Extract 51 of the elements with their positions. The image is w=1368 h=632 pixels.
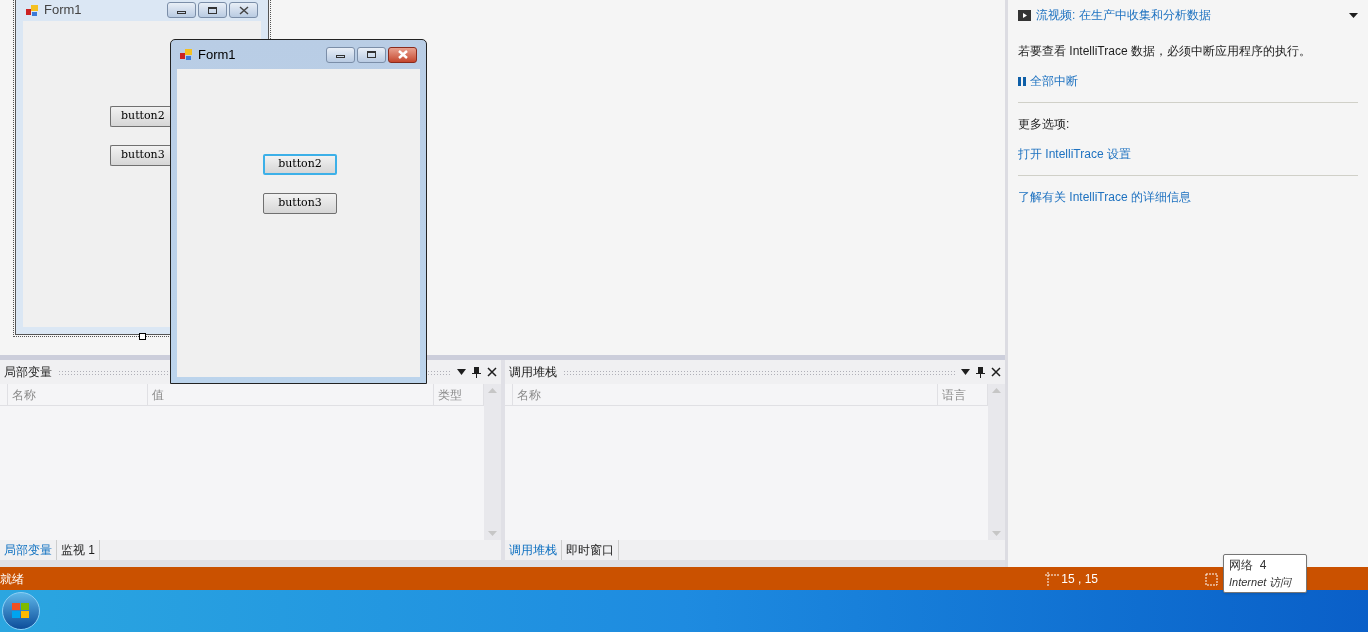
close-icon[interactable] <box>991 367 1001 377</box>
form-icon <box>180 48 193 61</box>
form-button[interactable]: button3 <box>263 193 337 214</box>
resize-handle[interactable] <box>139 333 146 340</box>
close-icon <box>237 5 250 15</box>
status-text: 就绪 <box>0 570 24 588</box>
minimize-button[interactable] <box>167 2 196 18</box>
learn-more-link[interactable]: 了解有关 IntelliTrace 的详细信息 <box>1018 188 1191 206</box>
size-icon <box>1204 571 1218 586</box>
panel-tab[interactable]: 监视 1 <box>57 540 100 560</box>
panel-tab[interactable]: 即时窗口 <box>561 540 619 560</box>
break-all-link[interactable]: 全部中断 <box>1030 72 1078 90</box>
tooltip-title: 网络 4 <box>1229 557 1268 574</box>
position-text: 15 , 15 <box>1061 570 1098 588</box>
maximize-button[interactable] <box>198 2 227 18</box>
message-text: 若要查看 IntelliTrace 数据，必须中断应用程序的执行。 <box>1018 43 1312 60</box>
close-button[interactable] <box>388 46 417 63</box>
close-icon[interactable] <box>486 367 497 377</box>
form-button[interactable]: button2 <box>110 106 170 127</box>
maximize-button[interactable] <box>357 46 386 63</box>
panel-title: 调用堆栈 <box>508 364 557 381</box>
video-icon <box>1018 9 1031 21</box>
form-icon <box>26 3 39 17</box>
settings-link[interactable]: 打开 IntelliTrace 设置 <box>1018 145 1131 163</box>
tooltip-subtitle: Internet 访问 <box>1229 575 1293 590</box>
close-icon <box>396 50 409 59</box>
dropdown-icon[interactable] <box>1349 12 1358 18</box>
section-label: 更多选项: <box>1018 116 1071 133</box>
column-header: 名称 <box>12 386 36 404</box>
pin-icon[interactable] <box>976 366 985 378</box>
windows-logo-icon <box>12 603 30 619</box>
dropdown-icon[interactable] <box>456 369 466 375</box>
panel-tab[interactable]: 局部变量 <box>0 540 57 560</box>
pause-icon <box>1018 76 1026 86</box>
video-link[interactable]: 流视频: 在生产中收集和分析数据 <box>1036 6 1211 24</box>
start-button[interactable] <box>2 592 40 630</box>
panel-title: 局部变量 <box>4 364 52 381</box>
column-header: 语言 <box>942 386 966 404</box>
close-button[interactable] <box>229 2 258 18</box>
column-header: 名称 <box>516 386 541 404</box>
pin-icon[interactable] <box>471 366 481 378</box>
column-header: 值 <box>152 386 164 404</box>
dropdown-icon[interactable] <box>961 369 970 375</box>
column-header: 类型 <box>437 386 462 404</box>
position-icon <box>1045 571 1060 586</box>
minimize-button[interactable] <box>326 46 355 63</box>
panel-tab[interactable]: 调用堆栈 <box>504 540 562 560</box>
window-title: Form1 <box>198 45 236 64</box>
form-button[interactable]: button3 <box>110 145 170 166</box>
form-button[interactable]: button2 <box>263 154 337 175</box>
window-title: Form1 <box>44 1 82 20</box>
